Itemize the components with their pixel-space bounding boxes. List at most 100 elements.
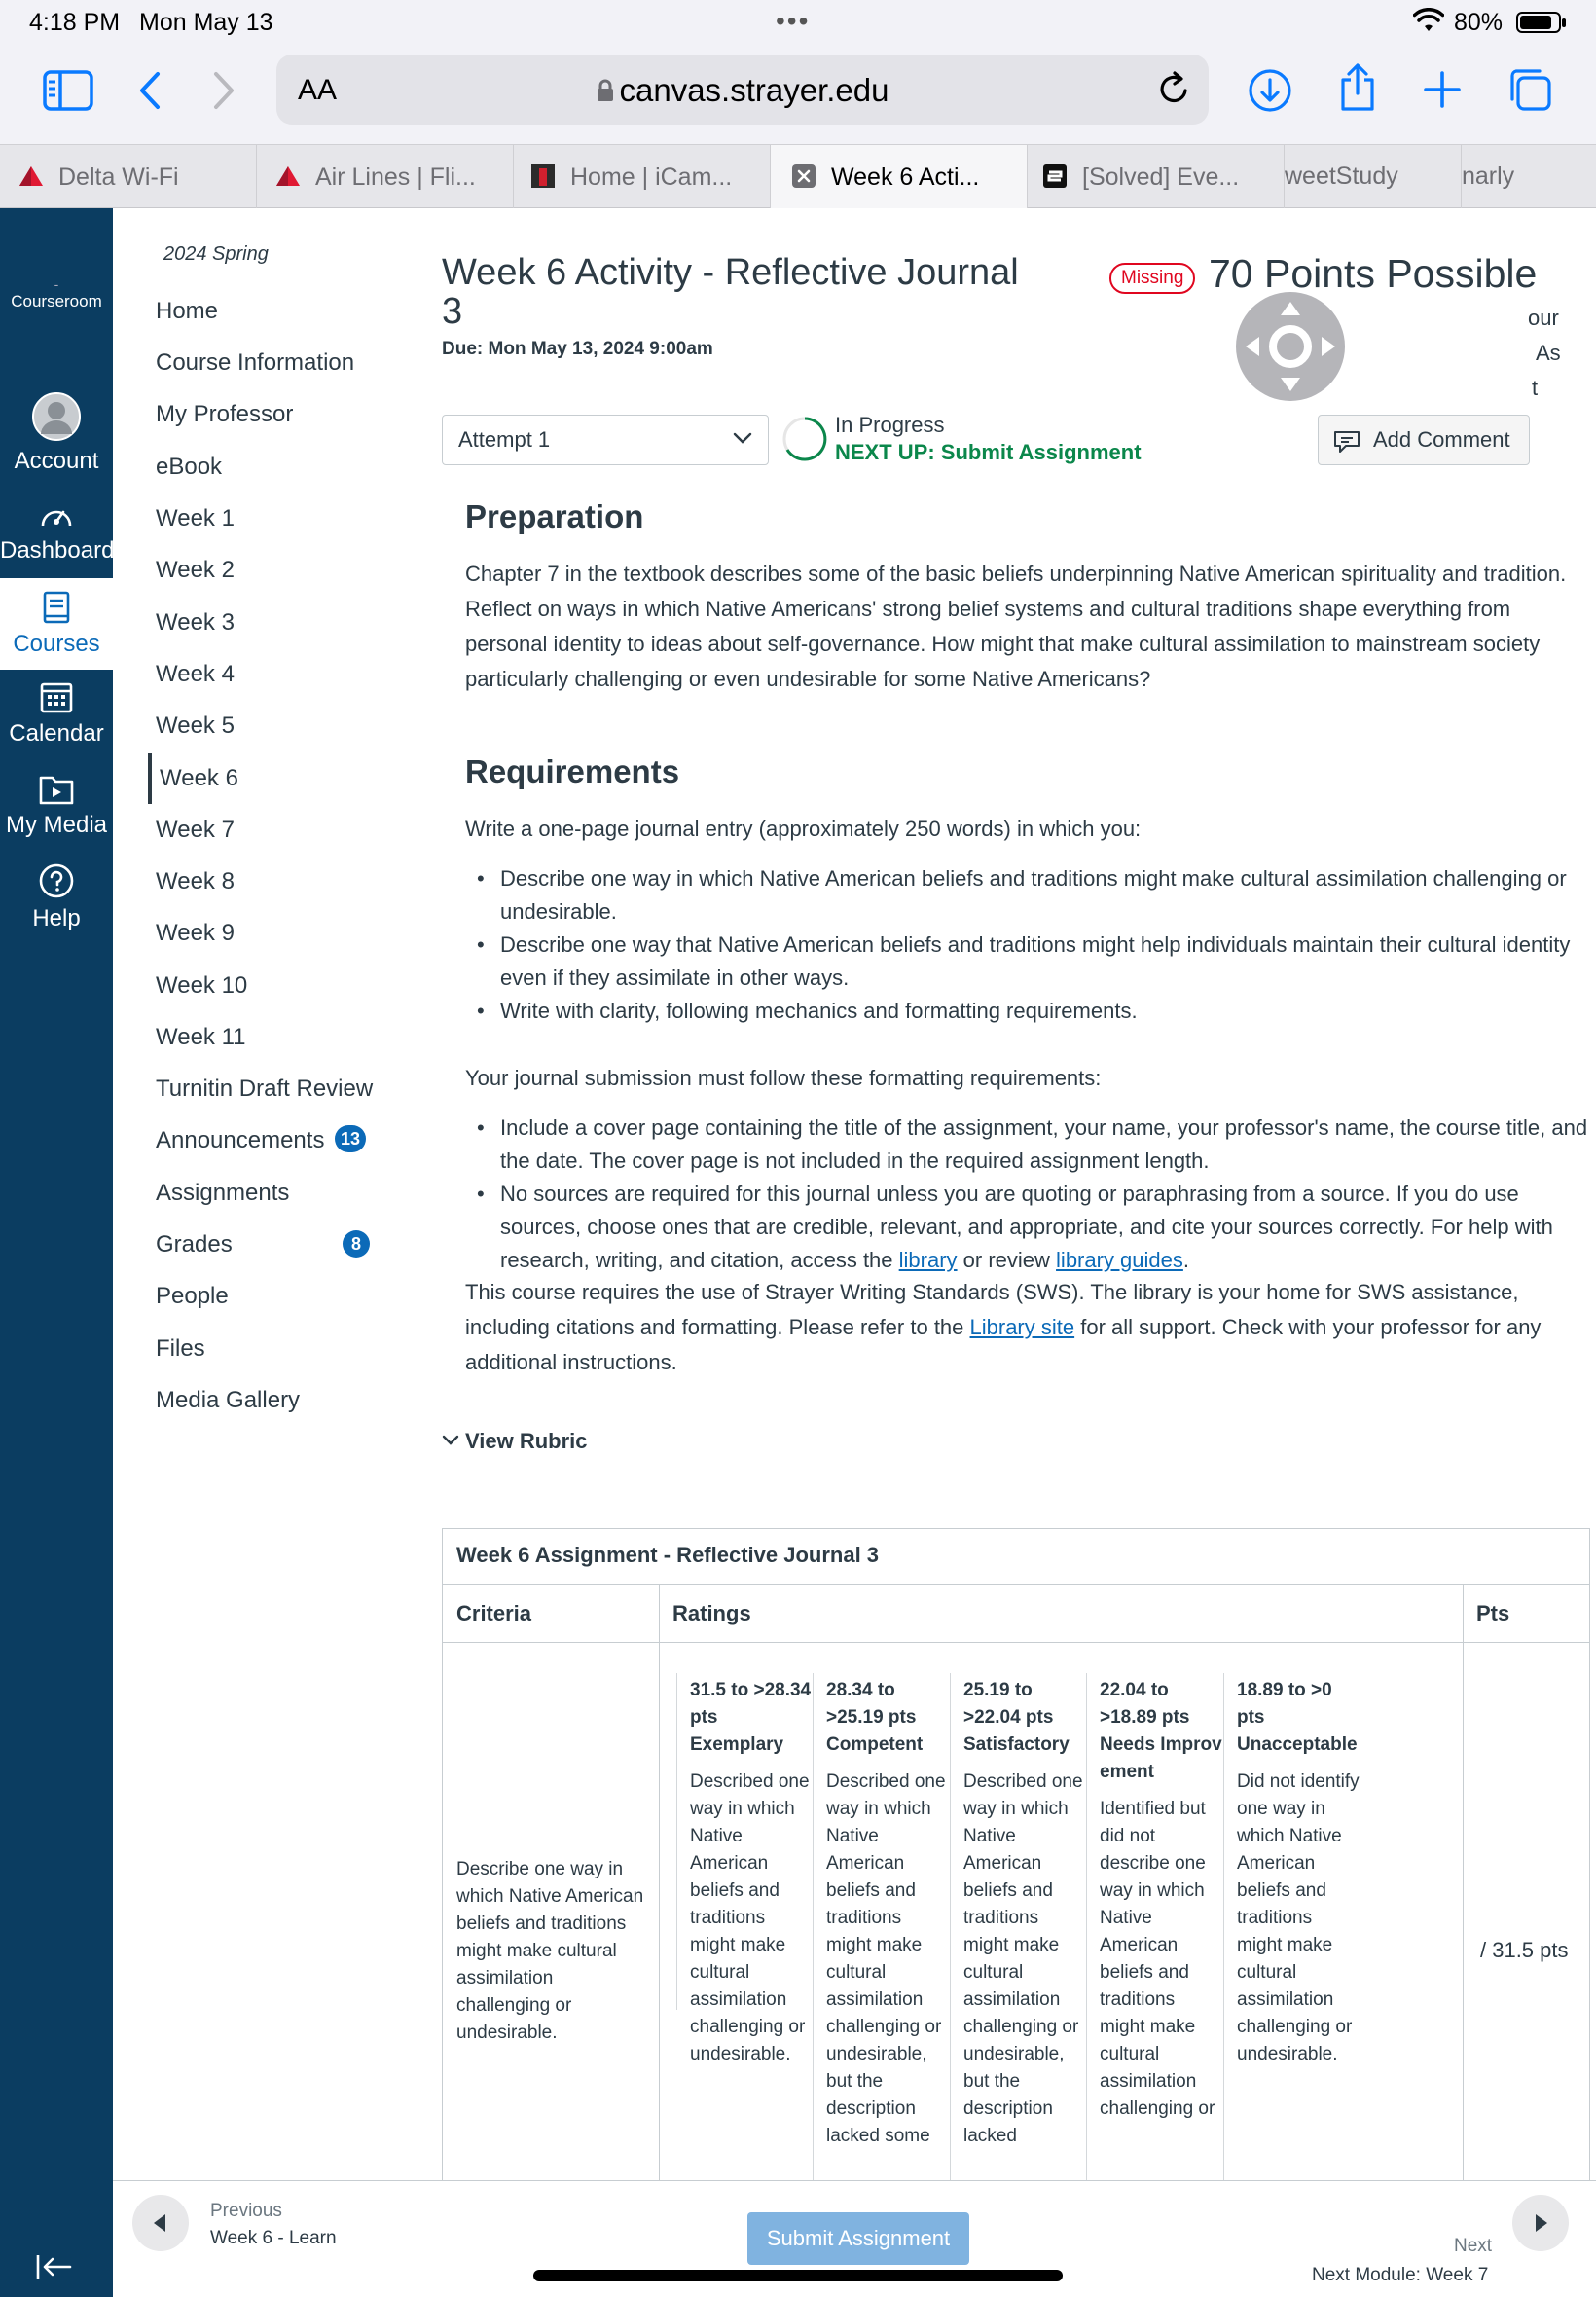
attempt-select[interactable]: Attempt 1 bbox=[442, 415, 769, 465]
global-navigation: - Courseroom Account Dashboard Courses C… bbox=[0, 208, 114, 2297]
course-nav-my-professor[interactable]: My Professor bbox=[156, 401, 293, 428]
library-site-link[interactable]: Library site bbox=[970, 1315, 1075, 1339]
rubric-rating[interactable]: 22.04 to >18.89 pts Needs Improvement Id… bbox=[1100, 1677, 1224, 2123]
nav-my-media[interactable]: My Media bbox=[0, 771, 113, 839]
list-item: No sources are required for this journal… bbox=[465, 1178, 1594, 1277]
tab-label: weetStudy bbox=[1285, 163, 1398, 190]
browser-tab-bar: Delta Wi-Fi Air Lines | Fli... Home | iC… bbox=[0, 144, 1596, 208]
nav-courses-label: Courses bbox=[13, 631, 100, 657]
collapse-nav-icon[interactable] bbox=[35, 2252, 74, 2281]
multitasking-dots-icon[interactable]: ••• bbox=[776, 6, 810, 37]
course-nav-people[interactable]: People bbox=[156, 1283, 229, 1310]
browser-tab[interactable]: [Solved] Eve... bbox=[1028, 145, 1285, 208]
rubric-rating[interactable]: 28.34 to >25.19 pts Competent Described … bbox=[826, 1677, 951, 2150]
nav-account-label: Account bbox=[14, 448, 99, 474]
requirements-intro: Write a one-page journal entry (approxim… bbox=[465, 817, 1142, 841]
course-nav-turnitin-draft-review[interactable]: Turnitin Draft Review bbox=[156, 1076, 373, 1103]
browser-tab[interactable]: Home | iCam... bbox=[514, 145, 771, 208]
sidebar-toggle-icon[interactable] bbox=[43, 70, 93, 116]
requirements-heading: Requirements bbox=[465, 753, 680, 789]
previous-target[interactable]: Week 6 - Learn bbox=[210, 2228, 337, 2249]
browser-tab[interactable]: weetStudy bbox=[1285, 145, 1462, 208]
media-folder-icon bbox=[39, 776, 74, 805]
courseroom-label: Courseroom bbox=[11, 292, 102, 310]
course-nav-week-7[interactable]: Week 7 bbox=[156, 817, 235, 844]
battery-percent: 80% bbox=[1454, 9, 1504, 36]
course-nav-week-6[interactable]: Week 6 bbox=[148, 753, 238, 804]
add-comment-button[interactable]: Add Comment bbox=[1318, 415, 1530, 465]
course-nav-week-8[interactable]: Week 8 bbox=[156, 868, 235, 895]
course-nav-assignments[interactable]: Assignments bbox=[156, 1180, 289, 1207]
course-nav-week-3[interactable]: Week 3 bbox=[156, 609, 235, 637]
rubric-col-criteria: Criteria bbox=[456, 1601, 532, 1625]
course-nav-week-1[interactable]: Week 1 bbox=[156, 505, 235, 532]
course-nav-files[interactable]: Files bbox=[156, 1335, 205, 1363]
chevron-down-icon bbox=[733, 432, 752, 444]
back-icon[interactable] bbox=[136, 70, 162, 116]
next-up-label: NEXT UP: Submit Assignment bbox=[835, 440, 1142, 464]
submit-assignment-button[interactable]: Submit Assignment bbox=[747, 2212, 969, 2265]
courseroom-logo-link[interactable]: - Courseroom bbox=[0, 276, 113, 311]
truncated-side-text: our bbox=[1528, 306, 1559, 330]
tab-overview-icon[interactable] bbox=[1506, 66, 1553, 118]
progress-status: In Progress bbox=[835, 413, 945, 437]
next-button[interactable] bbox=[1512, 2195, 1569, 2251]
rubric-rating[interactable]: 18.89 to >0 pts Unacceptable Did not ide… bbox=[1237, 1677, 1361, 2068]
lock-icon bbox=[597, 79, 613, 101]
due-date: Due: Mon May 13, 2024 9:00am bbox=[442, 339, 713, 359]
browser-tab[interactable]: Delta Wi-Fi bbox=[0, 145, 257, 208]
url-text[interactable]: canvas.strayer.edu bbox=[276, 72, 1209, 109]
home-indicator[interactable] bbox=[533, 2270, 1063, 2281]
library-guides-link[interactable]: library guides bbox=[1056, 1248, 1183, 1272]
assignment-main: Week 6 Activity - Reflective Journal 3 D… bbox=[405, 208, 1596, 2297]
browser-tab[interactable]: narly bbox=[1462, 145, 1596, 208]
rubric-rating[interactable]: 25.19 to >22.04 pts Satisfactory Describ… bbox=[963, 1677, 1088, 2150]
course-nav-grades[interactable]: Grades bbox=[156, 1231, 233, 1258]
nav-courses[interactable]: Courses bbox=[0, 578, 113, 670]
course-nav-week-11[interactable]: Week 11 bbox=[156, 1024, 246, 1051]
rating-name: Needs Improvement bbox=[1100, 1734, 1222, 1782]
course-nav-week-9[interactable]: Week 9 bbox=[156, 920, 235, 947]
forward-icon[interactable] bbox=[212, 70, 237, 116]
list-item: Describe one way that Native American be… bbox=[465, 929, 1594, 995]
rubric-points-value: / 31.5 pts bbox=[1480, 1938, 1569, 1962]
assistive-touch-dpad-icon[interactable] bbox=[1236, 292, 1345, 401]
nav-help[interactable]: Help bbox=[0, 862, 113, 932]
points-possible: 70 Points Possible bbox=[1209, 251, 1538, 296]
list-item: Write with clarity, following mechanics … bbox=[465, 995, 1594, 1028]
formatting-list: Include a cover page containing the titl… bbox=[465, 1112, 1594, 1277]
browser-tab[interactable]: Air Lines | Fli... bbox=[257, 145, 514, 208]
course-nav-course-information[interactable]: Course Information bbox=[156, 349, 354, 377]
wifi-icon bbox=[1412, 8, 1445, 40]
sws-paragraph: This course requires the use of Strayer … bbox=[465, 1275, 1594, 1380]
nav-calendar[interactable]: Calendar bbox=[0, 679, 113, 747]
course-nav-week-10[interactable]: Week 10 bbox=[156, 972, 247, 1000]
close-tab-icon[interactable] bbox=[790, 163, 817, 190]
rating-description: Identified but did not describe one way … bbox=[1100, 1799, 1215, 2119]
rubric-col-pts: Pts bbox=[1476, 1601, 1510, 1625]
nav-dashboard[interactable]: Dashboard bbox=[0, 500, 114, 565]
rubric-col-ratings: Ratings bbox=[672, 1601, 751, 1625]
rubric-criterion: Describe one way in which Native America… bbox=[456, 1859, 644, 2043]
ios-status-bar: 4:18 PM Mon May 13 ••• 80% bbox=[0, 0, 1596, 47]
course-nav-home[interactable]: Home bbox=[156, 298, 218, 325]
rubric-rating[interactable]: 31.5 to >28.34 pts Exemplary Described o… bbox=[690, 1677, 815, 2068]
library-link[interactable]: library bbox=[899, 1248, 958, 1272]
course-nav-week-4[interactable]: Week 4 bbox=[156, 661, 235, 688]
next-target[interactable]: Next Module: Week 7 bbox=[1312, 2265, 1488, 2286]
share-icon[interactable] bbox=[1337, 62, 1378, 118]
new-tab-plus-icon[interactable] bbox=[1423, 70, 1462, 114]
address-bar[interactable]: AA canvas.strayer.edu bbox=[276, 55, 1209, 125]
browser-tab-active[interactable]: Week 6 Acti... bbox=[771, 145, 1028, 208]
downloads-icon[interactable] bbox=[1248, 68, 1292, 118]
course-nav-week-2[interactable]: Week 2 bbox=[156, 557, 235, 584]
status-time: 4:18 PM bbox=[29, 9, 121, 36]
course-nav-announcements[interactable]: Announcements bbox=[156, 1127, 324, 1154]
course-nav-media-gallery[interactable]: Media Gallery bbox=[156, 1387, 300, 1414]
course-nav-ebook[interactable]: eBook bbox=[156, 454, 222, 481]
previous-button[interactable] bbox=[132, 2195, 189, 2251]
nav-account[interactable]: Account bbox=[0, 391, 113, 475]
course-nav-week-5[interactable]: Week 5 bbox=[156, 712, 235, 740]
reload-icon[interactable] bbox=[1156, 70, 1191, 112]
view-rubric-toggle[interactable]: View Rubric bbox=[442, 1429, 588, 1454]
